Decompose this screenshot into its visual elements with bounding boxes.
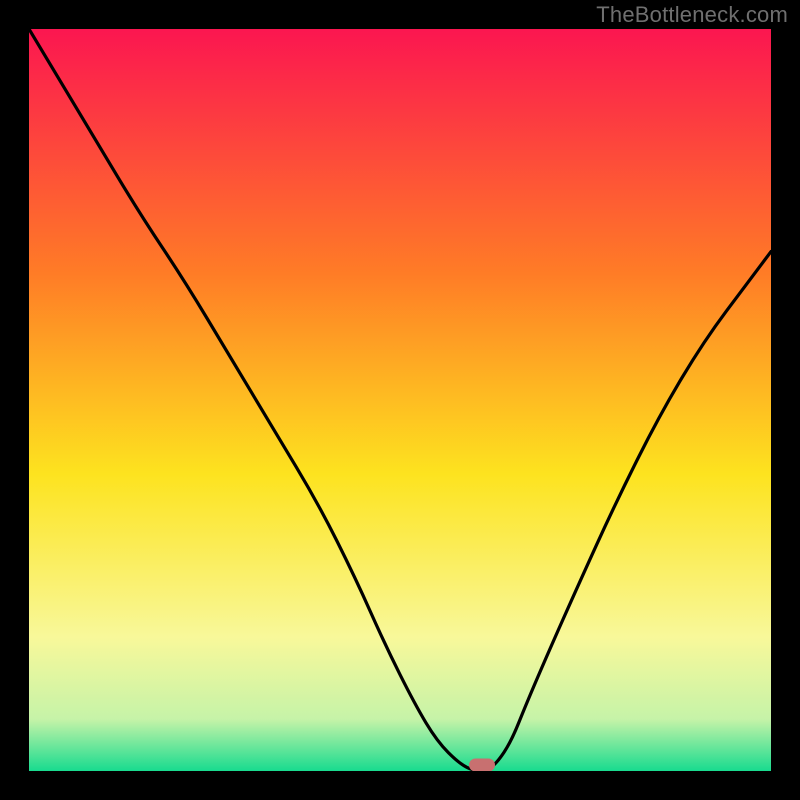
chart-container: TheBottleneck.com	[0, 0, 800, 800]
plot-area	[29, 29, 771, 771]
optimal-marker	[469, 759, 495, 771]
plot-frame	[0, 0, 800, 800]
bottleneck-curve	[29, 29, 771, 771]
watermark-text: TheBottleneck.com	[596, 2, 788, 28]
